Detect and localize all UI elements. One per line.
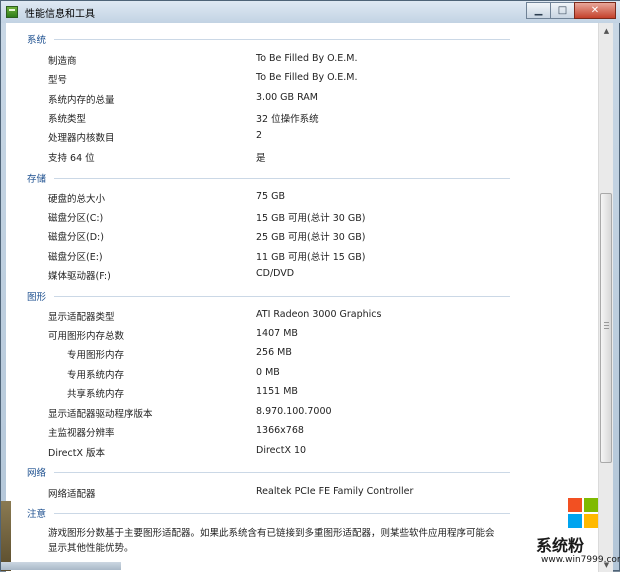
value-media-drive: CD/DVD bbox=[256, 268, 295, 279]
label-monitor-resolution: 主监视器分辨率 bbox=[48, 428, 115, 439]
label-disk-total: 硬盘的总大小 bbox=[48, 194, 106, 205]
section-divider bbox=[54, 472, 510, 473]
label-shared-system-memory: 共享系统内存 bbox=[67, 389, 125, 400]
close-button[interactable]: ✕ bbox=[574, 2, 616, 19]
label-dedicated-graphics-memory: 专用图形内存 bbox=[67, 350, 125, 361]
label-64bit-support: 支持 64 位 bbox=[48, 153, 95, 164]
value-driver-version: 8.970.100.7000 bbox=[256, 406, 332, 417]
value-disk-total: 75 GB bbox=[256, 191, 285, 202]
label-model: 型号 bbox=[48, 75, 68, 86]
value-partition-d: 25 GB 可用(总计 30 GB) bbox=[256, 232, 366, 243]
desktop-decoration bbox=[1, 501, 11, 571]
value-partition-c: 15 GB 可用(总计 30 GB) bbox=[256, 213, 366, 224]
thumb-grip bbox=[604, 322, 609, 323]
label-partition-c: 磁盘分区(C:) bbox=[48, 213, 104, 224]
section-divider bbox=[54, 178, 510, 179]
label-core-count: 处理器内核数目 bbox=[48, 133, 115, 144]
label-partition-d: 磁盘分区(D:) bbox=[48, 232, 104, 243]
window-title: 性能信息和工具 bbox=[25, 9, 95, 20]
value-network-adapter: Realtek PCIe FE Family Controller bbox=[256, 486, 414, 497]
section-divider bbox=[54, 513, 510, 514]
label-network-adapter: 网络适配器 bbox=[48, 489, 96, 500]
thumb-grip bbox=[604, 328, 609, 329]
label-total-graphics-memory: 可用图形内存总数 bbox=[48, 331, 125, 342]
performance-info-window: 性能信息和工具 ▁ □ ✕ 系统 制造商 To Be Filled By O.E… bbox=[0, 0, 620, 572]
performance-app-icon bbox=[6, 6, 18, 18]
label-manufacturer: 制造商 bbox=[48, 56, 77, 67]
label-partition-e: 磁盘分区(E:) bbox=[48, 252, 103, 263]
value-manufacturer: To Be Filled By O.E.M. bbox=[256, 53, 358, 64]
value-partition-e: 11 GB 可用(总计 15 GB) bbox=[256, 252, 366, 263]
value-monitor-resolution: 1366x768 bbox=[256, 425, 304, 436]
label-total-memory: 系统内存的总量 bbox=[48, 95, 115, 106]
details-panel: 系统 制造商 To Be Filled By O.E.M. 型号 To Be F… bbox=[6, 23, 613, 572]
value-system-type: 32 位操作系统 bbox=[256, 114, 319, 125]
section-title-notes: 注意 bbox=[27, 509, 47, 520]
value-display-adapter: ATI Radeon 3000 Graphics bbox=[256, 309, 382, 320]
label-directx-version: DirectX 版本 bbox=[48, 448, 105, 459]
value-dedicated-system-memory: 0 MB bbox=[256, 367, 280, 378]
section-divider bbox=[54, 39, 510, 40]
section-divider bbox=[54, 296, 510, 297]
caption-buttons: ▁ □ ✕ bbox=[526, 2, 616, 19]
logo-tile-red bbox=[568, 498, 582, 512]
value-dedicated-graphics-memory: 256 MB bbox=[256, 347, 292, 358]
label-driver-version: 显示适配器驱动程序版本 bbox=[48, 409, 153, 420]
value-total-memory: 3.00 GB RAM bbox=[256, 92, 318, 103]
logo-tile-blue bbox=[568, 514, 582, 528]
value-64bit-support: 是 bbox=[256, 153, 266, 164]
title-bar[interactable]: 性能信息和工具 ▁ □ ✕ bbox=[1, 1, 620, 23]
label-media-drive: 媒体驱动器(F:) bbox=[48, 271, 111, 282]
windows-logo-icon bbox=[568, 498, 598, 528]
section-title-network: 网络 bbox=[27, 468, 47, 479]
section-title-graphics: 图形 bbox=[27, 292, 47, 303]
watermark-url: www.win7999.com bbox=[541, 555, 620, 565]
watermark-brand: 系统粉 bbox=[536, 536, 585, 555]
maximize-button[interactable]: □ bbox=[550, 2, 575, 19]
vertical-scrollbar[interactable]: ▲ ▼ bbox=[598, 23, 613, 572]
minimize-button[interactable]: ▁ bbox=[526, 2, 551, 19]
label-dedicated-system-memory: 专用系统内存 bbox=[67, 370, 125, 381]
watermark: 系统粉 www.win7999.com bbox=[536, 497, 620, 572]
thumb-grip bbox=[604, 325, 609, 326]
section-title-storage: 存储 bbox=[27, 174, 47, 185]
section-title-system: 系统 bbox=[27, 35, 47, 46]
value-shared-system-memory: 1151 MB bbox=[256, 386, 298, 397]
label-display-adapter: 显示适配器类型 bbox=[48, 312, 115, 323]
label-system-type: 系统类型 bbox=[48, 114, 87, 125]
value-model: To Be Filled By O.E.M. bbox=[256, 72, 358, 83]
notes-text: 游戏图形分数基于主要图形适配器。如果此系统含有已链接到多重图形适配器，则某些软件… bbox=[48, 528, 495, 554]
logo-tile-green bbox=[584, 498, 598, 512]
value-core-count: 2 bbox=[256, 130, 263, 141]
logo-tile-yellow bbox=[584, 514, 598, 528]
value-directx-version: DirectX 10 bbox=[256, 445, 307, 456]
scroll-up-arrow-icon[interactable]: ▲ bbox=[599, 23, 613, 38]
scrollbar-thumb[interactable] bbox=[600, 193, 612, 463]
taskbar-strip bbox=[1, 562, 121, 570]
value-total-graphics-memory: 1407 MB bbox=[256, 328, 298, 339]
